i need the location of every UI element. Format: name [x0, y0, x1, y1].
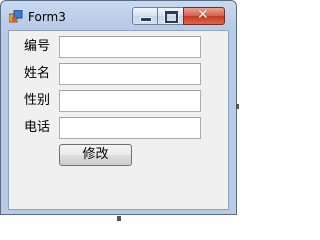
edit-button[interactable]: 修改 [59, 144, 132, 166]
title-bar[interactable]: Form3 ✕ [1, 1, 236, 31]
label-phone: 电话 [24, 120, 51, 135]
resize-marker [117, 216, 121, 221]
id-field[interactable] [59, 36, 201, 58]
minimize-button[interactable] [132, 7, 158, 25]
minimize-icon [140, 17, 152, 22]
label-id: 编号 [24, 39, 51, 54]
window-title: Form3 [28, 10, 66, 24]
gender-field[interactable] [59, 90, 201, 112]
close-icon: ✕ [197, 7, 209, 23]
app-icon [9, 10, 23, 23]
name-field[interactable] [59, 63, 201, 85]
phone-field[interactable] [59, 117, 201, 139]
form3-window: Form3 ✕ 编号 姓名 性别 电话 修改 [0, 0, 237, 215]
label-name: 姓名 [24, 66, 51, 81]
resize-marker [236, 104, 239, 109]
close-button[interactable]: ✕ [183, 7, 225, 25]
label-gender: 性别 [24, 93, 51, 108]
maximize-icon [164, 10, 179, 24]
maximize-button[interactable] [157, 7, 184, 25]
form-client-area: 编号 姓名 性别 电话 修改 [8, 30, 229, 210]
